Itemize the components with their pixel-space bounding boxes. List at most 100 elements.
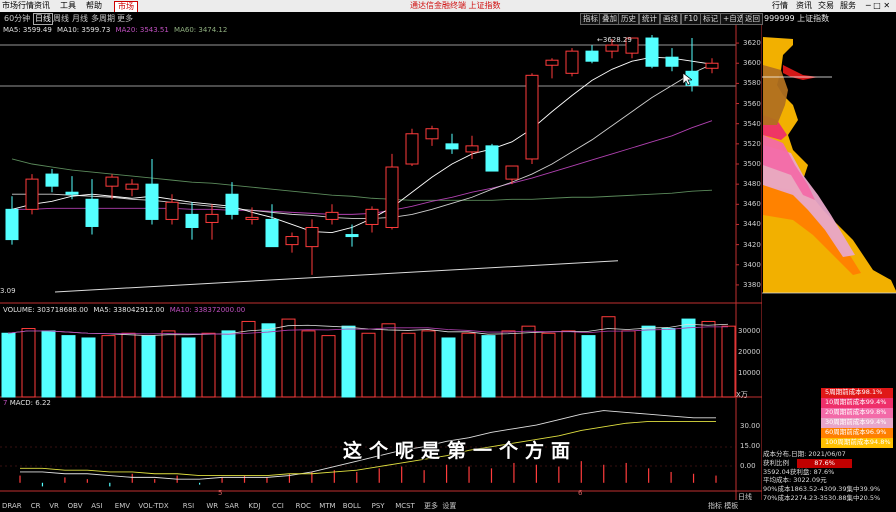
candle-body xyxy=(185,213,199,228)
tool-history[interactable]: 历史 xyxy=(618,13,639,25)
tab-market[interactable]: 市场 xyxy=(114,1,138,12)
period-more[interactable]: 更多 xyxy=(117,12,133,25)
volume-bar xyxy=(461,332,476,398)
menu-help[interactable]: 帮助 xyxy=(86,0,102,12)
cost-legend-item: 60周期前成本96.9% xyxy=(821,427,893,438)
candle-body xyxy=(325,211,339,220)
period-week[interactable]: 周线 xyxy=(53,12,69,25)
indicator-tab[interactable]: CCI xyxy=(272,500,284,512)
candle-body xyxy=(645,37,659,67)
volume-bar xyxy=(361,332,376,398)
indicator-tab[interactable]: MCST xyxy=(395,500,415,512)
menu-service[interactable]: 服务 xyxy=(840,0,856,12)
indicator-tabbar: DRAR CR VR OBV ASI EMV VOL-TDX RSI WR SAR KDJ CCI RO… xyxy=(0,500,736,512)
period-day[interactable]: 日线 xyxy=(33,13,53,25)
indicator-tab[interactable]: VR xyxy=(49,500,59,512)
indicator-tab[interactable]: SAR xyxy=(225,500,239,512)
price-tick: 3540 xyxy=(743,119,761,128)
candle-body xyxy=(125,183,139,190)
tool-f10[interactable]: F10 xyxy=(681,13,701,25)
menu-market[interactable]: 市场行情 xyxy=(2,0,34,12)
indicator-tab[interactable]: 设置 xyxy=(442,500,456,512)
menu-quote[interactable]: 行情 xyxy=(772,0,788,12)
indicator-tab[interactable]: DRAR xyxy=(2,500,22,512)
indicator-tab[interactable]: KDJ xyxy=(248,500,260,512)
menu-news[interactable]: 资讯 xyxy=(34,0,50,12)
volume-bar xyxy=(661,328,676,398)
indicator-tab[interactable]: PSY xyxy=(372,500,385,512)
candle-body xyxy=(365,208,379,225)
candle-body xyxy=(585,50,599,62)
volume-ma5: MA5: 338042912.00 xyxy=(93,306,165,314)
macd-axis-15: 15.00 xyxy=(740,442,761,450)
bottom-period[interactable]: 日线 xyxy=(738,492,752,502)
trend-line xyxy=(54,260,619,293)
candle-body xyxy=(465,145,479,153)
cost-90: 90%成本1863.52-4309.39集中39.9% xyxy=(763,485,881,494)
volume-bar xyxy=(721,325,736,398)
candle-body xyxy=(85,198,99,227)
volume-bar xyxy=(81,337,96,398)
menu-tools[interactable]: 工具 xyxy=(60,0,76,12)
bottom-tab-template[interactable]: 模板 xyxy=(724,502,738,510)
volume-bar xyxy=(121,332,136,398)
candle-body xyxy=(5,208,19,241)
indicator-tab[interactable]: WR xyxy=(206,500,218,512)
price-tick: 3420 xyxy=(743,240,761,249)
cost-70: 70%成本2274.23-3530.88集中20.5% xyxy=(763,493,881,502)
menu-info[interactable]: 资讯 xyxy=(796,0,812,12)
period-month[interactable]: 月线 xyxy=(72,12,88,25)
volume-bar xyxy=(261,323,276,398)
volume-bar xyxy=(541,332,556,398)
indicator-tab[interactable]: MTM xyxy=(319,500,335,512)
tool-draw[interactable]: 画线 xyxy=(660,13,681,25)
avg-cost: 平均成本: 3022.09元 xyxy=(763,476,827,485)
tool-overlay[interactable]: 叠加 xyxy=(599,13,620,25)
volume-bar xyxy=(481,335,496,398)
price-tick: 3600 xyxy=(743,59,761,68)
period-60min[interactable]: 60分钟 xyxy=(4,12,30,25)
kline-chart[interactable] xyxy=(0,25,762,500)
indicator-tab[interactable]: RSI xyxy=(183,500,194,512)
menu-trade[interactable]: 交易 xyxy=(818,0,834,12)
macd-label: 7 MACD: 6.22 xyxy=(3,399,51,407)
indicator-tab[interactable]: 更多 xyxy=(424,500,438,512)
indicator-tab[interactable]: BOLL xyxy=(343,500,361,512)
tool-stats[interactable]: 统计 xyxy=(639,13,660,25)
candle-body xyxy=(385,166,399,228)
indicator-tab[interactable]: CR xyxy=(31,500,41,512)
indicator-tab[interactable]: OBV xyxy=(68,500,83,512)
stock-title: 999999 上证指数 xyxy=(764,14,830,23)
ma20-line xyxy=(12,120,713,215)
tool-mark[interactable]: 标记 xyxy=(700,13,721,25)
ma60-label: MA60: 3474.12 xyxy=(174,26,228,34)
volume-bar xyxy=(41,330,56,398)
period-multi[interactable]: 多周期 xyxy=(91,12,115,25)
bottom-tab-indicator[interactable]: 指标 xyxy=(708,502,722,510)
tool-back[interactable]: 返回 xyxy=(742,13,763,25)
vol-axis-30000: 30000 xyxy=(738,327,761,335)
ma5-label: MA5: 3599.49 xyxy=(3,26,52,34)
indicator-tab[interactable]: ROC xyxy=(296,500,311,512)
tool-indicator[interactable]: 指标 xyxy=(580,13,601,25)
date-label-5: 5 xyxy=(218,489,223,497)
volume-bar xyxy=(621,330,636,398)
volume-bar xyxy=(521,325,536,398)
price-tick: 3520 xyxy=(743,139,761,148)
candle-body xyxy=(265,218,279,248)
candle-body xyxy=(405,133,419,165)
mouse-cursor-icon xyxy=(683,73,692,86)
volume-bar xyxy=(441,337,456,398)
indicator-tab[interactable]: VOL-TDX xyxy=(138,500,168,512)
indicator-tab[interactable]: ASI xyxy=(91,500,102,512)
window-controls-icon[interactable]: ─ □ ✕ xyxy=(860,0,896,12)
cost-legend-item: 10周期前成本99.4% xyxy=(821,397,893,408)
profit-row: 获利比例 87.6% xyxy=(763,458,896,468)
candle-body xyxy=(205,213,219,223)
candle-body xyxy=(105,176,119,187)
ma20-label: MA20: 3543.51 xyxy=(115,26,169,34)
price-tick: 3460 xyxy=(743,200,761,209)
candle-body xyxy=(45,173,59,187)
indicator-tab[interactable]: EMV xyxy=(115,500,130,512)
volume-value: VOLUME: 303718688.00 xyxy=(3,306,89,314)
